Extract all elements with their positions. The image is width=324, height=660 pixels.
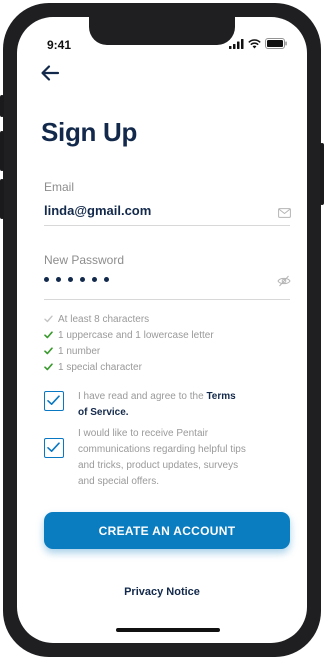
marketing-checkbox[interactable] bbox=[44, 438, 64, 458]
password-mask-dot bbox=[104, 277, 109, 282]
page-title: Sign Up bbox=[41, 117, 138, 147]
power-button bbox=[320, 143, 324, 205]
terms-consent: I have read and agree to the Terms of Se… bbox=[44, 389, 294, 421]
password-mask-dot bbox=[68, 277, 73, 282]
arrow-left-icon[interactable] bbox=[39, 63, 61, 83]
check-icon bbox=[44, 347, 53, 355]
eye-slash-icon[interactable] bbox=[277, 275, 291, 287]
requirement-text: At least 8 characters bbox=[58, 313, 150, 325]
requirement-text: 1 special character bbox=[58, 361, 142, 373]
requirement-item: 1 number bbox=[44, 343, 284, 359]
terms-text: I have read and agree to the Terms of Se… bbox=[78, 389, 236, 421]
volume-up-button bbox=[0, 131, 4, 171]
envelope-icon bbox=[278, 208, 291, 218]
mute-switch bbox=[0, 95, 4, 117]
email-underline bbox=[44, 225, 290, 226]
requirement-item: 1 special character bbox=[44, 359, 284, 375]
marketing-text: I would like to receive Pentair communic… bbox=[78, 426, 246, 490]
marketing-line: and tricks, product updates, surveys bbox=[78, 460, 239, 471]
marketing-line: and special offers. bbox=[78, 476, 159, 487]
checkmark-icon bbox=[47, 442, 60, 452]
requirement-item: At least 8 characters bbox=[44, 311, 284, 327]
home-indicator bbox=[116, 628, 220, 632]
requirement-text: 1 uppercase and 1 lowercase letter bbox=[58, 329, 214, 341]
marketing-consent: I would like to receive Pentair communic… bbox=[44, 426, 294, 490]
check-icon bbox=[44, 331, 53, 339]
battery-icon bbox=[265, 38, 287, 49]
screen: 9:41 Sign Up Email linda@gmail.com New P… bbox=[17, 17, 307, 643]
signal-icon bbox=[229, 38, 244, 49]
check-icon bbox=[44, 315, 53, 323]
phone-frame: 9:41 Sign Up Email linda@gmail.com New P… bbox=[0, 3, 324, 657]
password-underline bbox=[44, 299, 290, 300]
password-mask-dot bbox=[80, 277, 85, 282]
wifi-icon bbox=[248, 38, 261, 48]
status-time: 9:41 bbox=[47, 38, 72, 52]
requirement-item: 1 uppercase and 1 lowercase letter bbox=[44, 327, 284, 343]
notch bbox=[89, 17, 235, 45]
email-field[interactable]: linda@gmail.com bbox=[44, 203, 151, 218]
check-icon bbox=[44, 363, 53, 371]
privacy-notice-link[interactable]: Privacy Notice bbox=[17, 586, 307, 598]
email-label: Email bbox=[44, 180, 75, 194]
volume-down-button bbox=[0, 179, 4, 219]
marketing-line: communications regarding helpful tips bbox=[78, 444, 246, 455]
password-mask-dot bbox=[44, 277, 49, 282]
password-label: New Password bbox=[44, 253, 125, 267]
requirement-text: 1 number bbox=[58, 345, 101, 357]
create-account-button[interactable]: CREATE AN ACCOUNT bbox=[44, 512, 290, 549]
terms-link[interactable]: Terms bbox=[206, 391, 235, 402]
password-mask-dot bbox=[92, 277, 97, 282]
terms-checkbox[interactable] bbox=[44, 391, 64, 411]
password-mask-dot bbox=[56, 277, 61, 282]
marketing-line: I would like to receive Pentair bbox=[78, 428, 209, 439]
password-requirements: At least 8 characters 1 uppercase and 1 … bbox=[44, 311, 284, 375]
status-icons bbox=[229, 38, 287, 49]
checkmark-icon bbox=[47, 395, 60, 405]
password-field[interactable] bbox=[44, 277, 109, 282]
terms-prefix: I have read and agree to the bbox=[78, 391, 204, 402]
terms-link-continued[interactable]: of Service. bbox=[78, 407, 129, 418]
